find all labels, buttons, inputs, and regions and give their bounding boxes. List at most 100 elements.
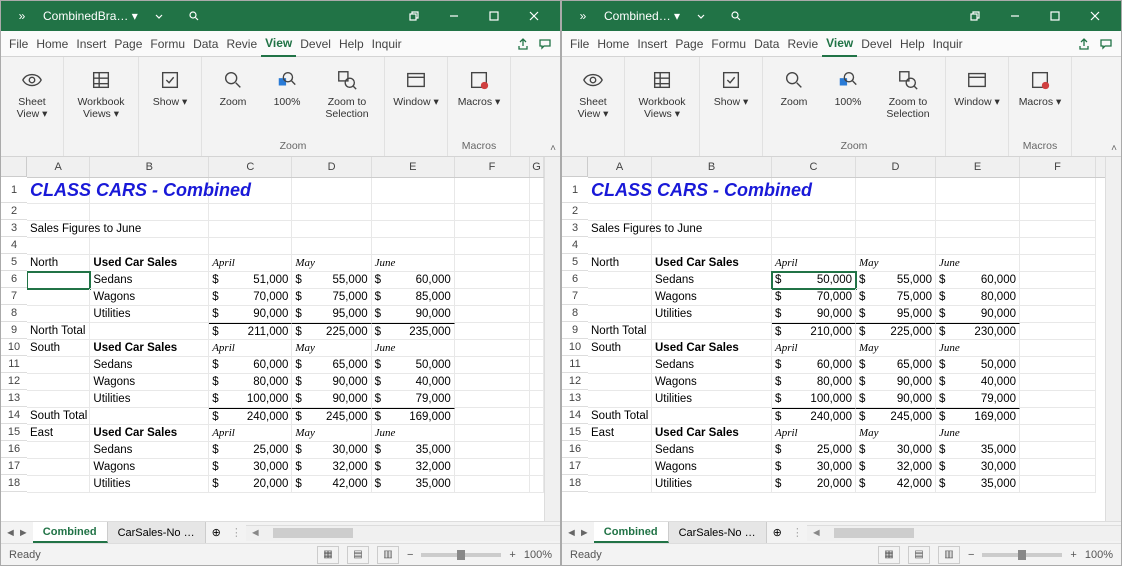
- cell[interactable]: [530, 340, 544, 357]
- tab-grip-icon[interactable]: ⋮: [227, 526, 246, 539]
- cell[interactable]: [772, 238, 856, 255]
- tab-view[interactable]: View: [261, 31, 296, 57]
- horizontal-scrollbar[interactable]: ◄: [246, 525, 560, 541]
- cell[interactable]: Sedans: [652, 442, 772, 459]
- cell[interactable]: [27, 442, 90, 459]
- col-header[interactable]: B: [652, 157, 772, 177]
- cell[interactable]: [588, 306, 652, 323]
- cell[interactable]: [372, 178, 455, 204]
- cell[interactable]: [1020, 221, 1096, 238]
- row-header[interactable]: 3: [562, 220, 588, 237]
- cell[interactable]: $100,000: [209, 391, 292, 408]
- col-header[interactable]: D: [856, 157, 936, 177]
- cell[interactable]: [27, 357, 90, 374]
- cell[interactable]: $60,000: [772, 357, 856, 374]
- cell[interactable]: $35,000: [936, 442, 1020, 459]
- cell[interactable]: $50,000: [772, 272, 856, 289]
- row-header[interactable]: 17: [562, 458, 588, 475]
- cell[interactable]: Used Car Sales: [90, 340, 209, 357]
- cell[interactable]: $210,000: [772, 323, 856, 340]
- tab-view[interactable]: View: [822, 31, 857, 57]
- zoom-100-button[interactable]: 100%: [825, 61, 871, 109]
- cell[interactable]: $169,000: [372, 408, 455, 425]
- cell[interactable]: [530, 238, 544, 255]
- row-header[interactable]: 18: [1, 475, 27, 492]
- zoom-out-icon[interactable]: −: [968, 549, 974, 561]
- cell[interactable]: April: [209, 340, 292, 357]
- cell[interactable]: $240,000: [209, 408, 292, 425]
- view-page-break-icon[interactable]: ▥: [377, 546, 399, 564]
- cell[interactable]: [1020, 306, 1096, 323]
- cell[interactable]: $245,000: [856, 408, 936, 425]
- cell[interactable]: $235,000: [372, 323, 455, 340]
- quick-access-more-icon[interactable]: »: [568, 1, 598, 31]
- sheet-tab-combined[interactable]: Combined: [33, 522, 108, 543]
- comments-button[interactable]: [1095, 31, 1117, 57]
- cell[interactable]: $90,000: [856, 374, 936, 391]
- row-header[interactable]: 11: [562, 356, 588, 373]
- show-button[interactable]: Show ▾: [708, 61, 754, 109]
- row-header[interactable]: 12: [562, 373, 588, 390]
- tab-devel[interactable]: Devel: [296, 31, 335, 57]
- tab-formu[interactable]: Formu: [146, 31, 189, 57]
- tab-home[interactable]: Home: [593, 31, 633, 57]
- cell[interactable]: [455, 323, 530, 340]
- cell[interactable]: Wagons: [652, 374, 772, 391]
- cell[interactable]: [772, 204, 856, 221]
- close-icon[interactable]: [1075, 1, 1115, 31]
- cell[interactable]: [530, 306, 544, 323]
- cell[interactable]: [292, 221, 371, 238]
- cell[interactable]: [588, 442, 652, 459]
- cell[interactable]: $50,000: [372, 357, 455, 374]
- tab-file[interactable]: File: [566, 31, 593, 57]
- maximize-icon[interactable]: [474, 1, 514, 31]
- row-header[interactable]: 1: [1, 177, 27, 203]
- row-header[interactable]: 8: [562, 305, 588, 322]
- cell[interactable]: $40,000: [372, 374, 455, 391]
- vertical-scrollbar[interactable]: [1105, 157, 1121, 521]
- cell[interactable]: $65,000: [292, 357, 371, 374]
- tab-help[interactable]: Help: [896, 31, 929, 57]
- cell[interactable]: $60,000: [372, 272, 455, 289]
- cell[interactable]: April: [772, 425, 856, 442]
- cell[interactable]: [292, 238, 371, 255]
- cell[interactable]: [27, 306, 90, 323]
- cell[interactable]: Sedans: [90, 272, 209, 289]
- cell[interactable]: [588, 238, 652, 255]
- cell[interactable]: $85,000: [372, 289, 455, 306]
- row-header[interactable]: 6: [562, 271, 588, 288]
- cell[interactable]: $90,000: [936, 306, 1020, 323]
- cell[interactable]: $30,000: [772, 459, 856, 476]
- share-button[interactable]: [512, 31, 534, 57]
- cell[interactable]: Sedans: [652, 357, 772, 374]
- cell[interactable]: $100,000: [772, 391, 856, 408]
- cell[interactable]: [90, 323, 209, 340]
- new-sheet-icon[interactable]: ⊕: [767, 526, 788, 539]
- cell[interactable]: [772, 221, 856, 238]
- cell[interactable]: Sedans: [90, 442, 209, 459]
- sheet-view-button[interactable]: Sheet View ▾: [9, 61, 55, 120]
- tab-help[interactable]: Help: [335, 31, 368, 57]
- cell[interactable]: $80,000: [936, 289, 1020, 306]
- cell[interactable]: $225,000: [856, 323, 936, 340]
- cell[interactable]: [292, 178, 371, 204]
- cell[interactable]: [856, 204, 936, 221]
- cell[interactable]: [588, 459, 652, 476]
- cell[interactable]: [455, 374, 530, 391]
- tab-inquir[interactable]: Inquir: [368, 31, 406, 57]
- cell[interactable]: $55,000: [856, 272, 936, 289]
- select-all-cell[interactable]: [1, 157, 27, 177]
- col-header[interactable]: A: [588, 157, 652, 177]
- cell[interactable]: $75,000: [856, 289, 936, 306]
- cell[interactable]: [455, 221, 530, 238]
- tab-revie[interactable]: Revie: [783, 31, 822, 57]
- window-button[interactable]: Window ▾: [393, 61, 439, 109]
- row-header[interactable]: 17: [1, 458, 27, 475]
- cell[interactable]: [27, 204, 90, 221]
- cell[interactable]: [90, 204, 209, 221]
- row-header[interactable]: 7: [1, 288, 27, 305]
- workbook-views-button[interactable]: Workbook Views ▾: [72, 61, 130, 120]
- zoom-button[interactable]: Zoom: [771, 61, 817, 109]
- cell[interactable]: [209, 238, 292, 255]
- cell[interactable]: [1020, 357, 1096, 374]
